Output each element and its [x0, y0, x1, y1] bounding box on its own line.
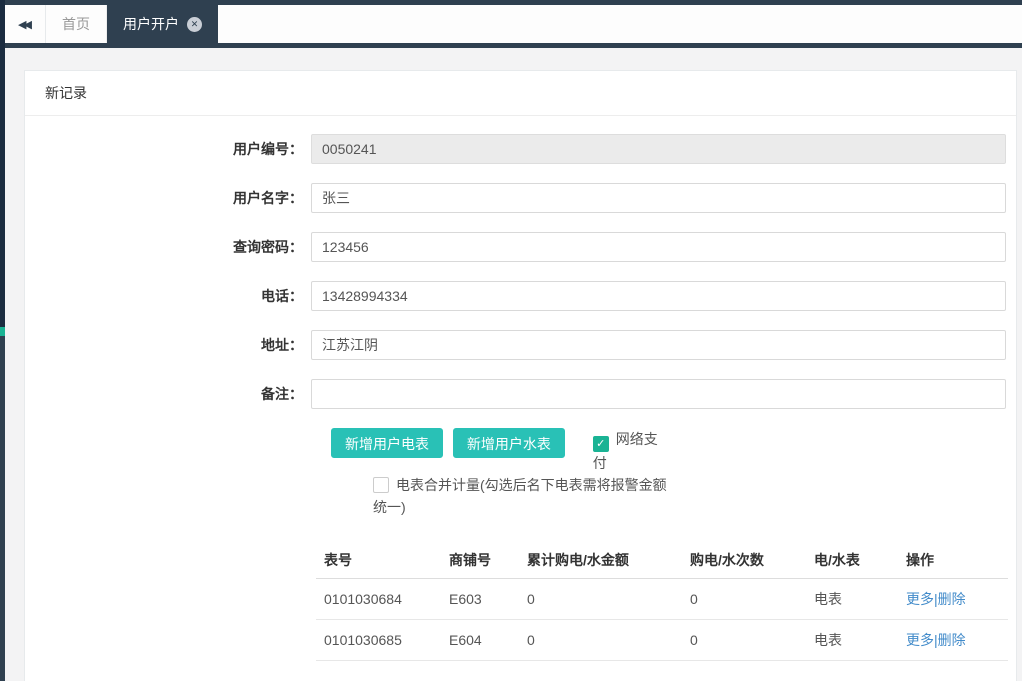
cell-shop-no: E604 [441, 619, 519, 661]
form-row-address: 地址： [25, 330, 1016, 360]
tab-home[interactable]: 首页 [46, 5, 107, 43]
user-name-label: 用户名字： [233, 190, 303, 206]
meter-table-header-row: 表号 商铺号 累计购电/水金额 购电/水次数 电/水表 操作 [316, 542, 1008, 579]
double-left-arrow-icon: ◀◀ [18, 18, 32, 31]
panel-title: 新记录 [25, 71, 1016, 116]
delete-link[interactable]: 删除 [938, 632, 966, 648]
user-id-field[interactable] [311, 134, 1006, 164]
add-electric-meter-button[interactable]: 新增用户电表 [331, 428, 443, 458]
sidebar-active-accent [0, 327, 5, 336]
table-row: 0101030684 E603 0 0 电表 更多|删除 [316, 578, 1008, 620]
tab-active-label: 用户开户 [123, 16, 179, 32]
tab-bar: ◀◀ 首页 用户开户 ✕ [5, 5, 1022, 43]
collapsed-sidebar-rail [0, 0, 5, 681]
checkbox-unchecked-icon[interactable] [373, 477, 389, 493]
col-header-shop-no: 商铺号 [441, 542, 519, 579]
tab-bar-bottom-strip [0, 43, 1022, 48]
cell-meter-no: 0101030684 [316, 578, 441, 620]
top-navy-strip [0, 0, 1022, 5]
query-password-label: 查询密码： [233, 239, 303, 255]
cell-meter-type: 电表 [806, 619, 898, 661]
query-password-field[interactable] [311, 232, 1006, 262]
table-row: 0101030685 E604 0 0 电表 更多|删除 [316, 619, 1008, 661]
close-tab-icon[interactable]: ✕ [187, 16, 202, 32]
cell-meter-type: 电表 [806, 578, 898, 620]
form-row-user-name: 用户名字： [25, 183, 1016, 213]
add-water-meter-button[interactable]: 新增用户水表 [452, 428, 565, 458]
collapse-tabs-button[interactable]: ◀◀ [5, 5, 46, 43]
form-row-phone: 电话： [25, 281, 1016, 311]
form-row-user-id: 用户编号： [25, 134, 1016, 164]
merge-metering-checkbox[interactable]: 电表合并计量(勾选后名下电表需将报警金额统一) [373, 474, 671, 518]
cell-operations: 更多|删除 [898, 619, 1008, 661]
account-form: 用户编号： 用户名字： 查询密码： 电话： 地址： [25, 116, 1016, 681]
more-link[interactable]: 更多 [906, 591, 934, 607]
merge-metering-label: 电表合并计量(勾选后名下电表需将报警金额统一) [373, 477, 667, 515]
delete-link[interactable]: 删除 [938, 591, 966, 607]
tab-home-label: 首页 [62, 16, 90, 32]
phone-field[interactable] [311, 281, 1006, 311]
new-record-panel: 新记录 用户编号： 用户名字： 查询密码： 电话： [24, 70, 1017, 681]
checkbox-checked-icon[interactable]: ✓ [592, 436, 609, 452]
address-label: 地址： [261, 337, 303, 353]
col-header-operation: 操作 [898, 542, 1008, 579]
col-header-meter-type: 电/水表 [806, 542, 898, 579]
sidebar-rail-lower [0, 336, 5, 681]
cell-total-amount: 0 [519, 578, 682, 620]
cell-total-amount: 0 [519, 619, 682, 661]
phone-label: 电话： [261, 288, 303, 304]
cell-purchase-count: 0 [682, 619, 806, 661]
col-header-total-amount: 累计购电/水金额 [519, 542, 682, 579]
cell-purchase-count: 0 [682, 578, 806, 620]
meter-table: 表号 商铺号 累计购电/水金额 购电/水次数 电/水表 操作 010103068… [316, 542, 1008, 661]
form-row-remark: 备注： [25, 379, 1016, 409]
remark-field[interactable] [311, 379, 1006, 409]
more-link[interactable]: 更多 [906, 632, 934, 648]
user-name-field[interactable] [311, 183, 1006, 213]
form-row-query-password: 查询密码： [25, 232, 1016, 262]
cell-operations: 更多|删除 [898, 578, 1008, 620]
cell-meter-no: 0101030685 [316, 619, 441, 661]
tab-user-account-opening[interactable]: 用户开户 ✕ [107, 5, 218, 43]
cell-shop-no: E603 [441, 578, 519, 620]
meter-actions-row: 新增用户电表 新增用户水表 ✓ 网络支付 电表合并计量(勾选后名下电表需将报警金额… [331, 428, 1006, 518]
col-header-meter-no: 表号 [316, 542, 441, 579]
network-payment-checkbox[interactable]: ✓ 网络支付 [592, 428, 667, 474]
col-header-purchase-count: 购电/水次数 [682, 542, 806, 579]
remark-label: 备注： [261, 386, 303, 402]
address-field[interactable] [311, 330, 1006, 360]
user-id-label: 用户编号： [233, 141, 303, 157]
